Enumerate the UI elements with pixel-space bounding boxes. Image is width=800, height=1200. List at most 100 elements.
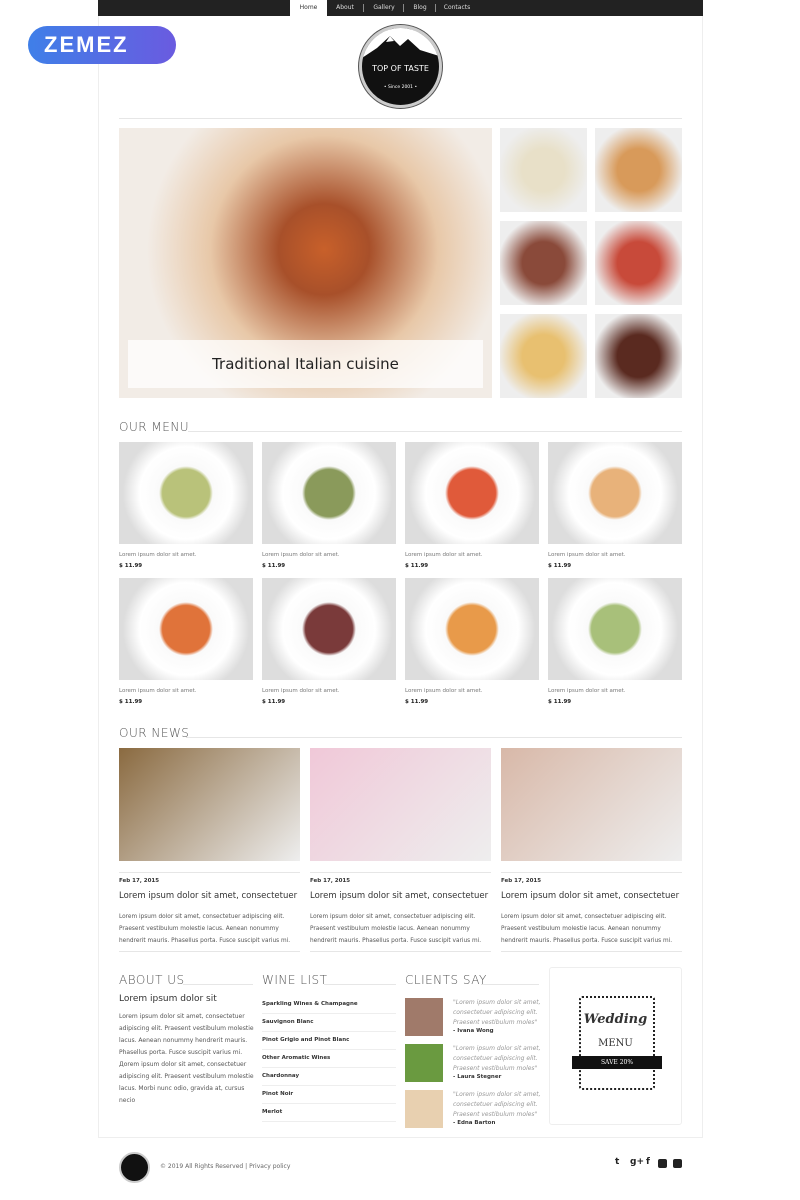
gallery-thumb[interactable] [500,128,587,212]
menu-item-price: $ 11.99 [405,699,429,705]
site-logo[interactable]: TOP OF TASTE • Since 2001 • [359,25,442,108]
menu-item-price: $ 11.99 [405,563,429,569]
client-quote: "Lorem ipsum dolor sit amet, consectetue… [453,1045,541,1072]
menu-item-image[interactable] [548,578,682,680]
footer-logo[interactable] [119,1152,150,1183]
wine-list-item[interactable]: Sauvignon Blanc [262,1014,396,1032]
news-text: Lorem ipsum dolor sit amet, consectetuer… [119,914,291,944]
tab-home[interactable]: Home [290,0,327,16]
menu-item-price: $ 11.99 [119,699,143,705]
menu-item-price: $ 11.99 [262,699,286,705]
tab-about[interactable]: About [330,0,360,16]
news-text: Lorem ipsum dolor sit amet, consectetuer… [310,914,482,944]
divider [186,737,682,738]
gallery-thumb[interactable] [595,221,682,305]
tab-gallery[interactable]: Gallery [366,0,402,16]
gallery-thumb[interactable] [500,221,587,305]
about-title: Lorem ipsum dolor sit [119,994,217,1004]
wine-list-item[interactable]: Chardonnay [262,1068,396,1086]
menu-item-image[interactable] [405,578,539,680]
divider [501,872,682,873]
divider [501,951,682,952]
nav-divider [403,4,404,12]
menu-item-name[interactable]: Lorem ipsum dolor sit amet. [262,688,340,694]
pinterest-icon[interactable] [673,1159,682,1168]
wine-list-item[interactable]: Other Aromatic Wines [262,1050,396,1068]
facebook-icon[interactable]: f [646,1157,650,1167]
divider [119,872,300,873]
menu-item-name[interactable]: Lorem ipsum dolor sit amet. [119,688,197,694]
news-title[interactable]: Lorem ipsum dolor sit amet, consectetuer [501,891,679,901]
menu-item-price: $ 11.99 [548,699,572,705]
wine-list-item[interactable]: Sparkling Wines & Champagne [262,996,396,1014]
menu-item-name[interactable]: Lorem ipsum dolor sit amet. [119,552,197,558]
menu-item-image[interactable] [119,442,253,544]
clients-heading: CLIENTS SAY [405,973,487,987]
menu-item-price: $ 11.99 [119,563,143,569]
news-image[interactable] [310,748,491,861]
news-image[interactable] [119,748,300,861]
nav-divider [363,4,364,12]
mountain-icon [362,28,439,58]
news-heading: OUR NEWS [119,726,190,740]
wine-list-item[interactable]: Merlot [262,1104,396,1122]
client-author: - Ivana Wong [453,1028,494,1034]
menu-item-name[interactable]: Lorem ipsum dolor sit amet. [405,552,483,558]
divider [481,984,539,985]
menu-item-name[interactable]: Lorem ipsum dolor sit amet. [262,552,340,558]
menu-item-price: $ 11.99 [548,563,572,569]
menu-item-image[interactable] [262,442,396,544]
google-plus-icon[interactable]: g+ [630,1157,644,1167]
menu-item-image[interactable] [405,442,539,544]
menu-heading: OUR MENU [119,420,190,434]
news-date: Feb 17, 2015 [310,878,351,884]
news-date: Feb 17, 2015 [501,878,542,884]
news-title[interactable]: Lorem ipsum dolor sit amet, consectetuer [119,891,297,901]
menu-item-image[interactable] [548,442,682,544]
privacy-link[interactable]: Privacy policy [249,1163,290,1170]
client-author: - Laura Stegner [453,1074,502,1080]
menu-item-name[interactable]: Lorem ipsum dolor sit amet. [548,552,626,558]
promo-title: Wedding [583,1012,648,1027]
news-image[interactable] [501,748,682,861]
skype-icon[interactable] [658,1159,667,1168]
twitter-icon[interactable]: t [615,1157,619,1167]
menu-item-name[interactable]: Lorem ipsum dolor sit amet. [548,688,626,694]
nav-divider [435,4,436,12]
logo-title: TOP OF TASTE [372,64,429,73]
gallery-thumb[interactable] [595,314,682,398]
gallery-thumb[interactable] [595,128,682,212]
about-text: Lorem ipsum dolor sit amet, consectetuer… [119,1013,254,1104]
wine-list-item[interactable]: Pinot Noir [262,1086,396,1104]
news-text: Lorem ipsum dolor sit amet, consectetuer… [501,914,673,944]
wine-heading: WINE LIST [262,973,328,987]
tab-contacts[interactable]: Contacts [438,0,476,16]
divider [188,431,682,432]
client-quote: "Lorem ipsum dolor sit amet, consectetue… [453,999,541,1026]
copyright: © 2019 All Rights Reserved [160,1163,244,1170]
divider [119,951,300,952]
news-title[interactable]: Lorem ipsum dolor sit amet, consectetuer [310,891,488,901]
client-quote: "Lorem ipsum dolor sit amet, consectetue… [453,1091,541,1118]
hero-caption: Traditional Italian cuisine [128,340,483,388]
promo-ribbon: SAVE 20% [572,1056,662,1069]
about-heading: ABOUT US [119,973,185,987]
news-date: Feb 17, 2015 [119,878,160,884]
menu-item-name[interactable]: Lorem ipsum dolor sit amet. [405,688,483,694]
client-avatar [405,1044,443,1082]
divider [183,984,253,985]
zemez-badge[interactable]: ZEMEZ [28,26,176,64]
wedding-menu-banner[interactable]: Wedding MENU SAVE 20% [549,967,682,1125]
hero-image[interactable]: Traditional Italian cuisine [119,128,492,398]
wine-list-item[interactable]: Pinot Grigio and Pinot Blanc [262,1032,396,1050]
menu-item-price: $ 11.99 [262,563,286,569]
logo-since: • Since 2001 • [383,85,418,90]
tab-blog[interactable]: Blog [405,0,435,16]
menu-item-image[interactable] [262,578,396,680]
divider [310,872,491,873]
menu-item-image[interactable] [119,578,253,680]
gallery-thumb[interactable] [500,314,587,398]
separator: | [245,1163,248,1170]
client-author: - Edna Barton [453,1120,496,1126]
client-avatar [405,1090,443,1128]
